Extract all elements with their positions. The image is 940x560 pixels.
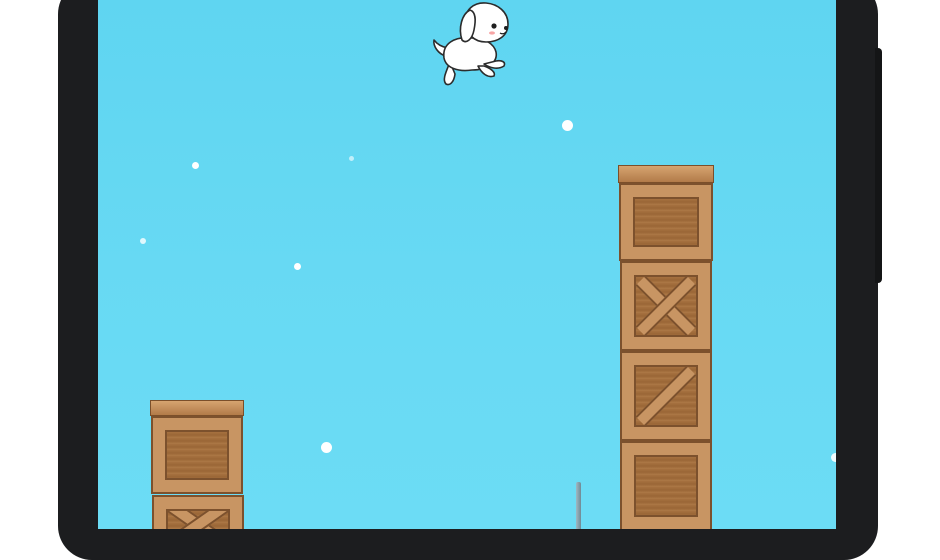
puppy-nose: [504, 26, 508, 30]
crate-panel: [634, 275, 698, 337]
crate-panel: [166, 509, 230, 529]
crate-lid: [618, 165, 714, 183]
snowflake: [321, 442, 332, 453]
phone-side-button: [875, 48, 882, 283]
crate-x-brace: [620, 261, 712, 351]
crate-panel: [634, 455, 698, 517]
snowflake: [140, 238, 146, 244]
puppy-cheek: [489, 31, 495, 35]
crate-x-brace: [152, 495, 244, 529]
crate-diagonal-brace: [620, 351, 712, 441]
puppy-eye: [491, 23, 497, 29]
snowflake: [294, 263, 301, 270]
snowflake: [192, 162, 199, 169]
crate-plain: [620, 441, 712, 529]
crate-panel: [634, 365, 698, 427]
game-screen[interactable]: [98, 0, 836, 529]
crate-panel: [165, 430, 229, 480]
puppy-icon: [433, 2, 509, 86]
snowflake: [831, 453, 836, 462]
snowflake: [349, 156, 354, 161]
ice-pole: [576, 482, 581, 529]
crate-brace: [636, 367, 696, 425]
puppy-body: [433, 2, 509, 86]
left-crate-tower: [150, 400, 244, 529]
crate-lid: [150, 400, 244, 416]
snowflake: [562, 120, 573, 131]
crate-plain: [619, 183, 713, 261]
crate-panel: [633, 197, 699, 247]
crate-plain: [151, 416, 243, 494]
right-crate-tower: [618, 165, 714, 529]
